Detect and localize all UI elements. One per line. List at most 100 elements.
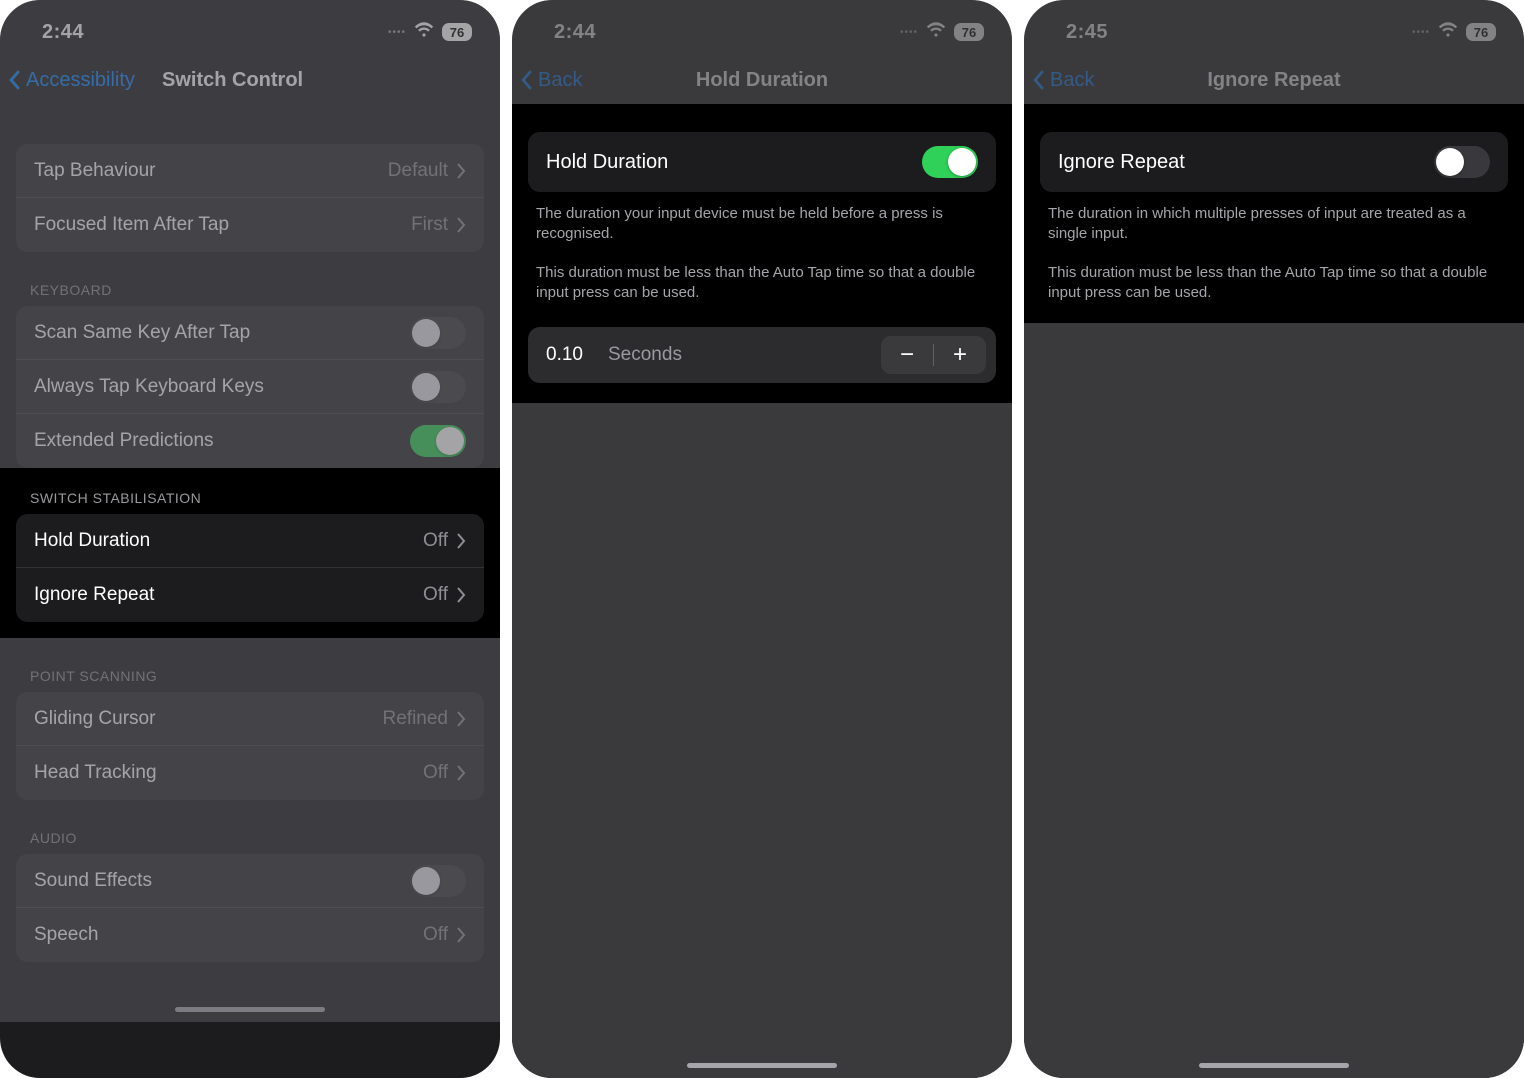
section-header-stabilisation: SWITCH STABILISATION [0,468,500,514]
hold-duration-toggle-group: Hold Duration [528,132,996,192]
ignore-repeat-toggle-group: Ignore Repeat [1040,132,1508,192]
toggle-always-tap-kb[interactable] [410,371,466,403]
status-bar: 2:44 •••• 76 [512,0,1012,56]
status-bar: 2:45 •••• 76 [1024,0,1524,56]
nav-bar: Back Ignore Repeat [1024,56,1524,104]
cell-label: Speech [34,924,423,946]
battery-indicator: 76 [1466,23,1496,41]
back-label: Back [1050,69,1094,92]
stepper-plus-button[interactable]: + [934,336,986,374]
cell-label: Extended Predictions [34,430,410,452]
description-2: This duration must be less than the Auto… [512,245,1012,304]
stepper-minus-button[interactable]: − [881,336,933,374]
status-time: 2:44 [554,21,596,44]
cell-label: Tap Behaviour [34,160,388,182]
page-title: Ignore Repeat [1034,69,1514,92]
row-head-tracking[interactable]: Head Tracking Off [16,746,484,800]
dimmed-lower-region [1024,323,1524,1078]
cellular-dots-icon: •••• [388,27,406,38]
description-1: The duration your input device must be h… [512,192,1012,245]
highlighted-region: Ignore Repeat The duration in which mult… [1024,104,1524,323]
cell-label: Hold Duration [34,530,423,552]
section-header-audio: AUDIO [0,800,500,854]
cell-label: Ignore Repeat [1058,151,1434,174]
back-label: Accessibility [26,69,135,92]
row-ignore-repeat[interactable]: Ignore Repeat Off [16,568,484,622]
row-sound-effects[interactable]: Sound Effects [16,854,484,908]
status-time: 2:45 [1066,21,1108,44]
chevron-right-icon [456,217,466,233]
chevron-right-icon [456,587,466,603]
cell-label: Head Tracking [34,762,423,784]
row-hold-duration-toggle[interactable]: Hold Duration [528,132,996,192]
cell-value: Off [423,924,448,946]
stepper-unit: Seconds [608,344,881,366]
row-extended-predictions[interactable]: Extended Predictions [16,414,484,468]
toggle-scan-same-key[interactable] [410,317,466,349]
stepper-control: − + [881,336,986,374]
keyboard-group: Scan Same Key After Tap Always Tap Keybo… [16,306,484,468]
highlighted-region: SWITCH STABILISATION Hold Duration Off I… [0,468,500,638]
row-scan-same-key[interactable]: Scan Same Key After Tap [16,306,484,360]
cell-value: Default [388,160,448,182]
row-ignore-repeat-toggle[interactable]: Ignore Repeat [1040,132,1508,192]
row-always-tap-kb[interactable]: Always Tap Keyboard Keys [16,360,484,414]
description-2: This duration must be less than the Auto… [1024,245,1524,304]
toggle-hold-duration[interactable] [922,146,978,178]
row-tap-behaviour[interactable]: Tap Behaviour Default [16,144,484,198]
cell-value: Off [423,762,448,784]
cell-label: Hold Duration [546,151,922,174]
wifi-icon [926,21,946,44]
description-1: The duration in which multiple presses o… [1024,192,1524,245]
back-button[interactable]: Back [1032,69,1094,92]
stepper-value: 0.10 [546,344,590,366]
home-indicator[interactable] [175,1007,325,1012]
nav-bar: Back Hold Duration [512,56,1012,104]
row-gliding-cursor[interactable]: Gliding Cursor Refined [16,692,484,746]
toggle-sound-effects[interactable] [410,865,466,897]
battery-indicator: 76 [442,23,472,41]
highlighted-region: Hold Duration The duration your input de… [512,104,1012,403]
cell-label: Scan Same Key After Tap [34,322,410,344]
duration-stepper-row: 0.10 Seconds − + [528,327,996,383]
cellular-dots-icon: •••• [900,27,918,38]
screen-hold-duration: 2:44 •••• 76 Back Hold Duration Hold Dur… [512,0,1012,1078]
chevron-right-icon [456,765,466,781]
home-indicator[interactable] [1199,1063,1349,1068]
back-button[interactable]: Back [520,69,582,92]
cell-label: Sound Effects [34,870,410,892]
back-button[interactable]: Accessibility [8,69,135,92]
cell-value: Refined [383,708,449,730]
chevron-right-icon [456,711,466,727]
cell-value: First [411,214,448,236]
page-title: Hold Duration [522,69,1002,92]
dimmed-lower-region [512,403,1012,1078]
status-time: 2:44 [42,21,84,44]
home-indicator[interactable] [687,1063,837,1068]
stabilisation-group: Hold Duration Off Ignore Repeat Off [16,514,484,622]
cell-label: Always Tap Keyboard Keys [34,376,410,398]
cell-value: Off [423,530,448,552]
toggle-ignore-repeat[interactable] [1434,146,1490,178]
screen-switch-control: 2:44 •••• 76 Accessibility Switch Contro… [0,0,500,1078]
back-label: Back [538,69,582,92]
tap-group: Tap Behaviour Default Focused Item After… [16,144,484,252]
chevron-right-icon [456,163,466,179]
wifi-icon [414,21,434,44]
status-bar: 2:44 •••• 76 [0,0,500,56]
dimmed-lower-region: POINT SCANNING Gliding Cursor Refined He… [0,638,500,1022]
chevron-right-icon [456,927,466,943]
chevron-right-icon [456,533,466,549]
screen-ignore-repeat: 2:45 •••• 76 Back Ignore Repeat Ignore R… [1024,0,1524,1078]
row-hold-duration[interactable]: Hold Duration Off [16,514,484,568]
row-speech[interactable]: Speech Off [16,908,484,962]
nav-bar: Accessibility Switch Control [0,56,500,104]
battery-indicator: 76 [954,23,984,41]
toggle-extended-predictions[interactable] [410,425,466,457]
row-focused-item-after-tap[interactable]: Focused Item After Tap First [16,198,484,252]
cell-label: Gliding Cursor [34,708,383,730]
cellular-dots-icon: •••• [1412,27,1430,38]
cell-label: Focused Item After Tap [34,214,411,236]
dimmed-upper-region: 2:44 •••• 76 Accessibility Switch Contro… [0,0,500,468]
point-scanning-group: Gliding Cursor Refined Head Tracking Off [16,692,484,800]
